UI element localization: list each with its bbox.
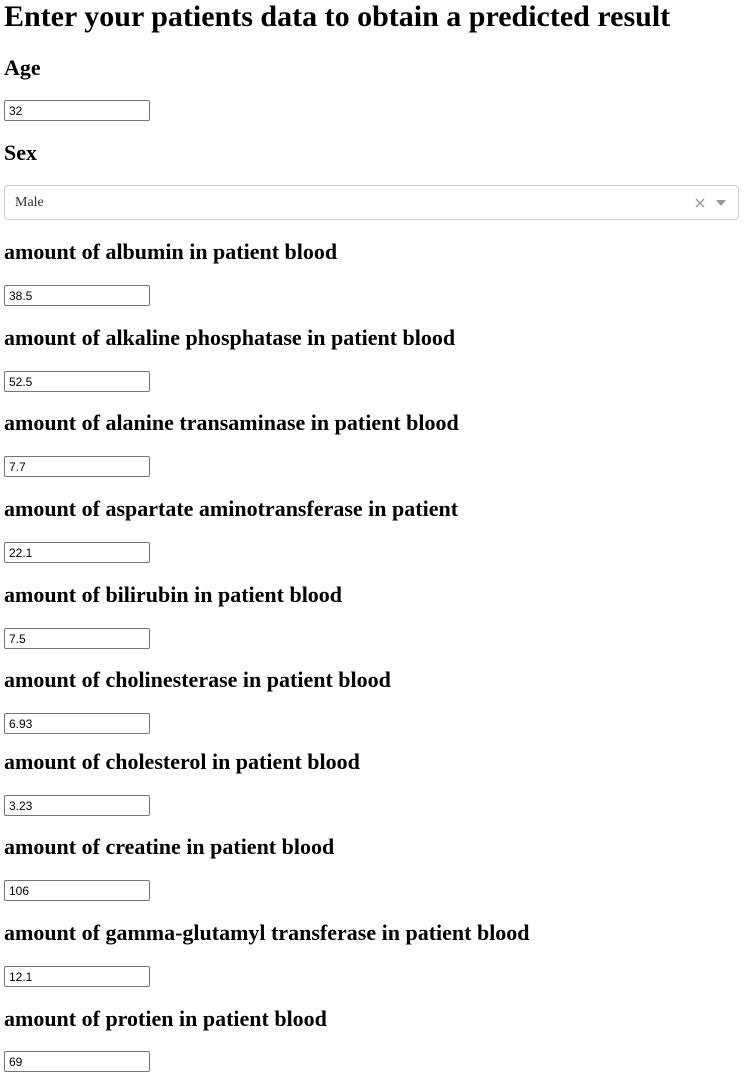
cholesterol-label: amount of cholesterol in patient blood	[4, 749, 360, 774]
close-icon[interactable]	[692, 195, 708, 211]
age-label: Age	[4, 55, 41, 80]
bilirubin-input[interactable]	[4, 628, 150, 649]
protien-input[interactable]	[4, 1051, 150, 1072]
protien-label: amount of protien in patient blood	[4, 1006, 327, 1031]
gamma-glutamyl-transferase-input[interactable]	[4, 966, 150, 987]
alkaline-phosphatase-input[interactable]	[4, 371, 150, 392]
caret-down-icon[interactable]	[712, 195, 730, 211]
page-title: Enter your patients data to obtain a pre…	[4, 0, 671, 33]
alanine-transaminase-label: amount of alanine transaminase in patien…	[4, 410, 459, 435]
aspartate-aminotransferase-input[interactable]	[4, 542, 150, 563]
albumin-label: amount of albumin in patient blood	[4, 239, 338, 264]
sex-select[interactable]: Male	[4, 185, 739, 220]
alanine-transaminase-input[interactable]	[4, 456, 150, 477]
creatine-label: amount of creatine in patient blood	[4, 834, 335, 859]
gamma-glutamyl-transferase-label: amount of gamma-glutamyl transferase in …	[4, 920, 530, 945]
sex-label: Sex	[4, 140, 37, 165]
alkaline-phosphatase-label: amount of alkaline phosphatase in patien…	[4, 325, 456, 350]
cholesterol-input[interactable]	[4, 795, 150, 816]
cholinesterase-input[interactable]	[4, 713, 150, 734]
aspartate-aminotransferase-label: amount of aspartate aminotransferase in …	[4, 496, 459, 521]
age-input[interactable]	[4, 100, 150, 121]
albumin-input[interactable]	[4, 285, 150, 306]
sex-select-value: Male	[15, 194, 44, 210]
creatine-input[interactable]	[4, 880, 150, 901]
bilirubin-label: amount of bilirubin in patient blood	[4, 582, 343, 607]
cholinesterase-label: amount of cholinesterase in patient bloo…	[4, 667, 391, 692]
